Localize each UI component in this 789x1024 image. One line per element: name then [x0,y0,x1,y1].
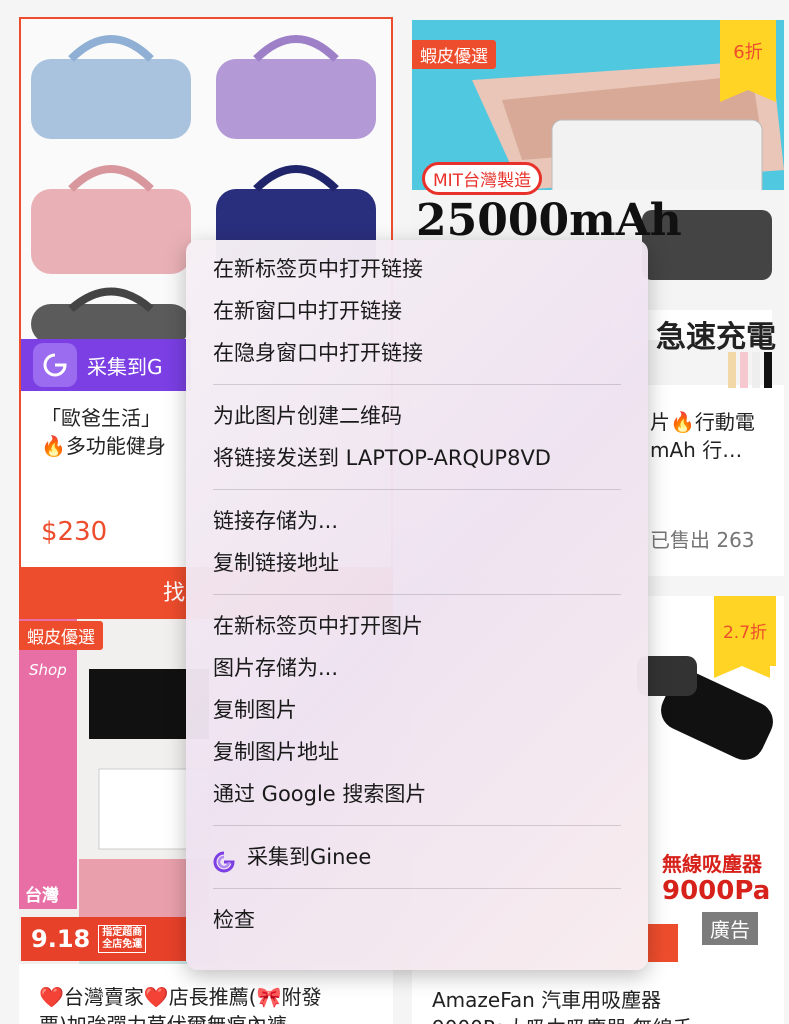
product-title[interactable]: 片🔥行動電 mAh 行… [650,408,780,468]
discount-badge: 2.7折 [714,596,776,678]
promo-text: 指定超商 全店免運 [98,925,147,953]
menu-open-link-incognito[interactable]: 在隐身窗口中打开链接 [186,332,648,374]
ad-label: 廣告 [702,912,758,945]
product-title-line1: ❤️台灣賣家❤️店長推薦(🎀附發 [39,985,322,1009]
sold-count: 已售出 263 [650,528,755,552]
menu-open-link-new-tab[interactable]: 在新标签页中打开链接 [186,248,648,290]
vacuum-pa-label: 9000Pa [662,876,771,906]
menu-separator [213,888,621,889]
product-title-line1: 片🔥行動電 [650,410,755,434]
menu-save-link-as[interactable]: 链接存储为... [186,500,648,542]
collect-tag-label: 采集到G [87,354,163,379]
capacity-label: 25000mAh [416,195,682,246]
shop-label: Shop [29,661,67,679]
shopee-choice-badge: 蝦皮優選 [412,40,496,69]
side-text: 台灣 [25,886,59,906]
color-swatches [728,352,772,388]
vacuum-red-label: 無線吸塵器 [662,852,762,876]
menu-open-image-new-tab[interactable]: 在新标签页中打开图片 [186,605,648,647]
product-title[interactable]: AmazeFan 汽車用吸塵器 9000Pa大吸力吸塵器 無線手 [432,986,782,1024]
menu-collect-to-ginee-label: 采集到Ginee [247,845,372,869]
menu-separator [213,825,621,826]
menu-separator [213,384,621,385]
product-title-line1: AmazeFan 汽車用吸塵器 [432,988,662,1012]
context-menu: 在新标签页中打开链接 在新窗口中打开链接 在隐身窗口中打开链接 为此图片创建二维… [186,240,648,970]
menu-copy-image[interactable]: 复制图片 [186,689,648,731]
product-price: $230 [41,517,108,547]
fast-charge-label: 急速充電 [656,320,776,355]
orange-strip [648,924,678,962]
product-title[interactable]: ❤️台灣賣家❤️店長推薦(🎀附發 票)加強彈力草伏爾無痕內褲 [39,983,389,1024]
menu-inspect[interactable]: 检查 [186,899,648,941]
discount-badge: 6折 [720,20,776,102]
menu-separator [213,489,621,490]
product-grid-page: 采集到G 「歐爸生活」 🔥多功能健身 $230 找 蝦皮優選 6折 MIT台灣製… [0,0,789,1024]
menu-open-link-new-window[interactable]: 在新窗口中打开链接 [186,290,648,332]
menu-send-link-to-device[interactable]: 将链接发送到 LAPTOP-ARQUP8VD [186,437,648,479]
product-title-line1: 「歐爸生活」 [41,406,161,430]
ginee-logo-icon [213,845,235,873]
menu-separator [213,594,621,595]
menu-copy-image-address[interactable]: 复制图片地址 [186,731,648,773]
promo-strip: 9.18 指定超商 全店免運 [21,917,186,961]
shopee-choice-badge: 蝦皮優選 [19,621,103,650]
menu-search-image-google[interactable]: 通过 Google 搜索图片 [186,773,648,815]
menu-create-qr-code[interactable]: 为此图片创建二维码 [186,395,648,437]
product-title[interactable]: 「歐爸生活」 🔥多功能健身 [41,404,206,464]
promo-date: 9.18 [31,925,91,953]
menu-save-image-as[interactable]: 图片存储为... [186,647,648,689]
product-title-line2: 🔥多功能健身 [41,434,166,458]
find-similar-label: 找 [163,581,186,606]
mit-label: MIT台灣製造 [422,162,543,195]
product-title-line2: mAh 行… [650,438,743,462]
menu-copy-link-address[interactable]: 复制链接地址 [186,542,648,584]
product-title-line2: 票)加強彈力草伏爾無痕內褲 [39,1011,389,1024]
collect-to-ginee-tag[interactable]: 采集到G [21,339,191,391]
menu-collect-to-ginee[interactable]: 采集到Ginee [186,836,648,878]
ginee-logo-icon [33,343,77,387]
product-title-line2: 9000Pa大吸力吸塵器 無線手 [432,1014,782,1024]
